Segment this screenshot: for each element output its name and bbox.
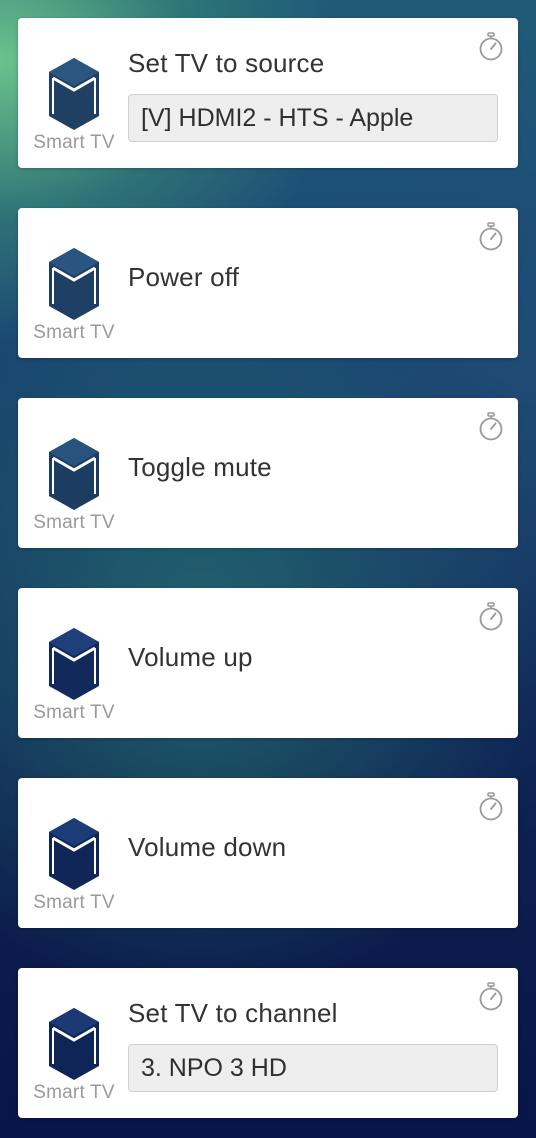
stopwatch-icon[interactable] <box>478 982 504 1012</box>
flow-card-set-source[interactable]: Smart TV Set TV to source [V] HDMI2 - HT… <box>18 18 518 168</box>
flow-card-set-channel[interactable]: Smart TV Set TV to channel 3. NPO 3 HD <box>18 968 518 1118</box>
card-title: Volume up <box>128 642 253 672</box>
channel-select[interactable]: 3. NPO 3 HD <box>128 1044 498 1092</box>
device-label: Smart TV <box>33 132 115 153</box>
stopwatch-icon[interactable] <box>478 222 504 252</box>
card-title: Power off <box>128 262 240 292</box>
stopwatch-icon[interactable] <box>478 792 504 822</box>
device-label: Smart TV <box>33 1082 115 1103</box>
flow-card-volume-up[interactable]: Smart TV Volume up <box>18 588 518 738</box>
stopwatch-icon[interactable] <box>478 32 504 62</box>
device-label: Smart TV <box>33 892 115 913</box>
smart-tv-cube-icon <box>46 816 102 900</box>
flow-card-toggle-mute[interactable]: Smart TV Toggle mute <box>18 398 518 548</box>
device-label: Smart TV <box>33 702 115 723</box>
device-label: Smart TV <box>33 322 115 343</box>
card-title: Set TV to channel <box>128 998 338 1028</box>
smart-tv-cube-icon <box>46 1006 102 1090</box>
card-title: Toggle mute <box>128 452 272 482</box>
flow-card-volume-down[interactable]: Smart TV Volume down <box>18 778 518 928</box>
smart-tv-cube-icon <box>46 436 102 520</box>
device-label: Smart TV <box>33 512 115 533</box>
stopwatch-icon[interactable] <box>478 602 504 632</box>
smart-tv-cube-icon <box>46 56 102 140</box>
card-title: Set TV to source <box>128 48 325 78</box>
smart-tv-cube-icon <box>46 246 102 330</box>
card-title: Volume down <box>128 832 287 862</box>
stopwatch-icon[interactable] <box>478 412 504 442</box>
source-select[interactable]: [V] HDMI2 - HTS - Apple <box>128 94 498 142</box>
flow-card-power-off[interactable]: Smart TV Power off <box>18 208 518 358</box>
smart-tv-cube-icon <box>46 626 102 710</box>
